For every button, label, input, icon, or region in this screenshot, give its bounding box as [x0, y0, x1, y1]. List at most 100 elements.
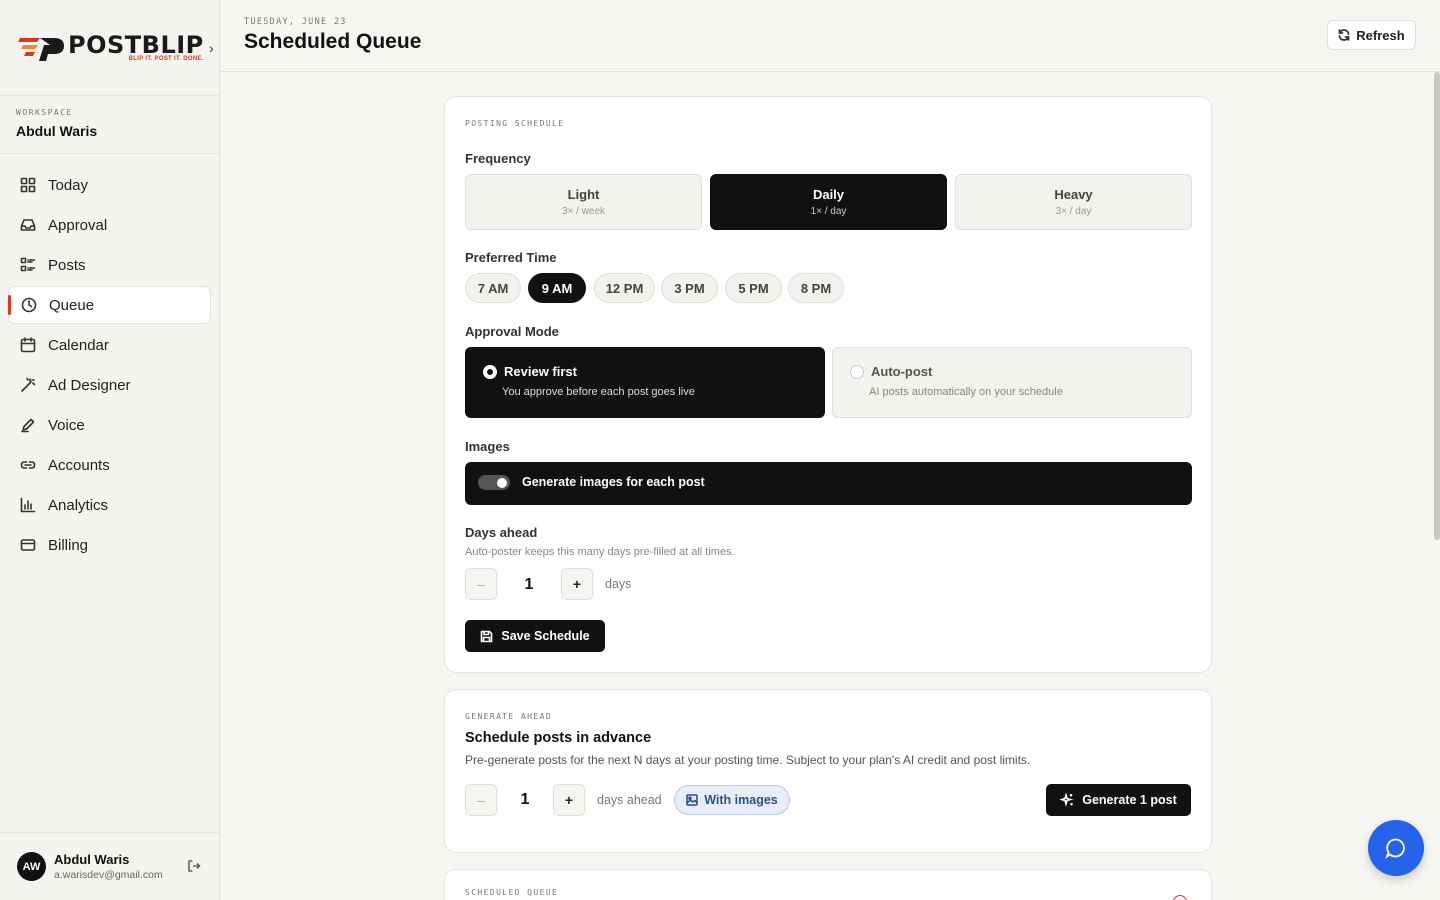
- time-option-3pm[interactable]: 3 PM: [661, 273, 718, 303]
- frequency-option-sub: 3× / day: [1055, 206, 1092, 217]
- calendar-icon: [20, 337, 36, 353]
- sidebar-item-accounts[interactable]: Accounts: [8, 446, 211, 484]
- generate-images-toggle-row[interactable]: Generate images for each post: [465, 462, 1192, 505]
- page-title: Scheduled Queue: [244, 30, 422, 53]
- refresh-button[interactable]: Refresh: [1327, 20, 1416, 50]
- chat-bubble-icon: [1385, 838, 1405, 859]
- sidebar-item-queue[interactable]: Queue: [8, 286, 211, 324]
- sidebar-item-approval[interactable]: Approval: [8, 206, 211, 244]
- current-date: TUESDAY, JUNE 23: [244, 17, 347, 27]
- scheduled-queue-card: SCHEDULED QUEUE: [444, 869, 1212, 900]
- sidebar-item-analytics[interactable]: Analytics: [8, 486, 211, 524]
- frequency-option-daily[interactable]: Daily 1× / day: [710, 174, 947, 230]
- save-schedule-button[interactable]: Save Schedule: [465, 620, 605, 652]
- page-scrollbar[interactable]: [1434, 72, 1440, 540]
- sidebar-item-label: Calendar: [48, 336, 109, 354]
- days-ahead-label: Days ahead: [465, 525, 538, 540]
- brand-wordmark: POSTBLIP BLIP IT. POST IT. DONE.: [68, 33, 204, 62]
- sidebar-item-label: Analytics: [48, 496, 109, 514]
- pen-icon: [21, 418, 35, 433]
- inbox-icon: [20, 219, 36, 231]
- alert-icon: [1173, 895, 1187, 900]
- chevron-right-icon[interactable]: ›: [209, 40, 219, 56]
- sparkles-icon: [1060, 793, 1074, 807]
- sidebar-item-billing[interactable]: Billing: [8, 526, 211, 564]
- sidebar-item-label: Billing: [48, 536, 89, 554]
- time-option-12pm[interactable]: 12 PM: [594, 273, 655, 303]
- days-unit: days: [605, 577, 632, 591]
- postblip-logo-icon: [18, 37, 64, 61]
- sidebar-item-label: Accounts: [48, 456, 110, 474]
- time-option-8pm[interactable]: 8 PM: [788, 273, 844, 303]
- generate-ahead-title: Schedule posts in advance: [465, 730, 652, 746]
- refresh-icon: [1338, 29, 1350, 41]
- scheduled-queue-eyebrow: SCHEDULED QUEUE: [465, 888, 559, 897]
- generate-days-unit: days ahead: [597, 793, 662, 807]
- sidebar-item-posts[interactable]: Posts: [8, 246, 211, 284]
- workspace-switcher[interactable]: WORKSPACE Abdul Waris: [0, 96, 219, 154]
- user-email: a.warisdev@gmail.com: [54, 869, 163, 881]
- wand-icon: [21, 377, 36, 392]
- chat-support-button[interactable]: [1368, 820, 1424, 876]
- frequency-option-light[interactable]: Light 3× / week: [465, 174, 702, 230]
- approval-mode-title: Auto-post: [871, 364, 933, 379]
- images-toggle-label: Generate images for each post: [522, 475, 705, 489]
- images-toggle-switch[interactable]: [478, 475, 510, 490]
- brand-name: POSTBLIP: [68, 31, 204, 59]
- sidebar-item-label: Ad Designer: [48, 376, 131, 394]
- frequency-option-heavy[interactable]: Heavy 3× / day: [955, 174, 1192, 230]
- generate-ahead-card: GENERATE AHEAD Schedule posts in advance…: [444, 689, 1212, 853]
- images-label: Images: [465, 439, 510, 454]
- generate-ahead-description: Pre-generate posts for the next N days a…: [465, 753, 1031, 767]
- approval-mode-desc: You approve before each post goes live: [502, 386, 695, 398]
- sidebar-item-today[interactable]: Today: [8, 166, 211, 204]
- sidebar-item-voice[interactable]: Voice: [8, 406, 211, 444]
- link-icon: [20, 461, 36, 469]
- frequency-option-sub: 1× / day: [810, 206, 847, 217]
- sidebar: POSTBLIP BLIP IT. POST IT. DONE. › WORKS…: [0, 0, 220, 900]
- posting-schedule-eyebrow: POSTING SCHEDULE: [465, 119, 565, 128]
- generate-posts-label: Generate 1 post: [1082, 793, 1177, 807]
- days-ahead-help: Auto-poster keeps this many days pre-fil…: [465, 546, 735, 558]
- generate-days-decrement-button[interactable]: –: [465, 784, 497, 816]
- sidebar-item-label: Queue: [49, 296, 95, 314]
- workspace-name: Abdul Waris: [16, 123, 98, 139]
- time-option-5pm[interactable]: 5 PM: [725, 273, 782, 303]
- workspace-label: WORKSPACE: [16, 108, 73, 117]
- frequency-option-label: Light: [567, 187, 600, 202]
- preferred-time-label: Preferred Time: [465, 250, 557, 265]
- refresh-label: Refresh: [1356, 27, 1405, 43]
- save-icon: [481, 630, 493, 642]
- frequency-label: Frequency: [465, 151, 531, 166]
- radio-unselected-icon: [850, 365, 864, 379]
- time-option-7am[interactable]: 7 AM: [465, 273, 521, 303]
- logout-icon[interactable]: [187, 859, 201, 873]
- approval-mode-title: Review first: [504, 364, 577, 379]
- with-images-label: With images: [704, 793, 778, 807]
- days-decrement-button[interactable]: –: [465, 568, 497, 600]
- sidebar-nav: Today Approval Posts Queue Calendar Ad D…: [0, 154, 219, 578]
- list-icon: [20, 257, 36, 272]
- days-ahead-value: 1: [524, 576, 534, 593]
- grid-icon: [20, 177, 36, 193]
- generate-posts-button[interactable]: Generate 1 post: [1046, 784, 1191, 816]
- generate-days-increment-button[interactable]: +: [553, 784, 585, 816]
- sidebar-item-label: Posts: [48, 256, 86, 274]
- approval-mode-review-first[interactable]: Review first You approve before each pos…: [465, 347, 825, 418]
- image-icon: [686, 794, 699, 806]
- approval-mode-auto-post[interactable]: Auto-post AI posts automatically on your…: [832, 347, 1192, 418]
- posting-schedule-card: POSTING SCHEDULE Frequency Light 3× / we…: [444, 96, 1212, 673]
- sidebar-item-calendar[interactable]: Calendar: [8, 326, 211, 364]
- approval-mode-desc: AI posts automatically on your schedule: [869, 386, 1063, 398]
- sidebar-item-label: Approval: [48, 216, 108, 234]
- brand-tagline: BLIP IT. POST IT. DONE.: [128, 56, 204, 62]
- user-profile[interactable]: AW Abdul Waris a.warisdev@gmail.com: [0, 832, 219, 900]
- clock-icon: [21, 297, 37, 313]
- with-images-toggle[interactable]: With images: [674, 785, 790, 815]
- days-increment-button[interactable]: +: [561, 568, 593, 600]
- sidebar-item-ad-designer[interactable]: Ad Designer: [8, 366, 211, 404]
- save-schedule-label: Save Schedule: [501, 629, 590, 643]
- time-option-9am[interactable]: 9 AM: [528, 273, 586, 303]
- brand[interactable]: POSTBLIP BLIP IT. POST IT. DONE. ›: [0, 0, 219, 96]
- frequency-option-label: Heavy: [1054, 187, 1093, 202]
